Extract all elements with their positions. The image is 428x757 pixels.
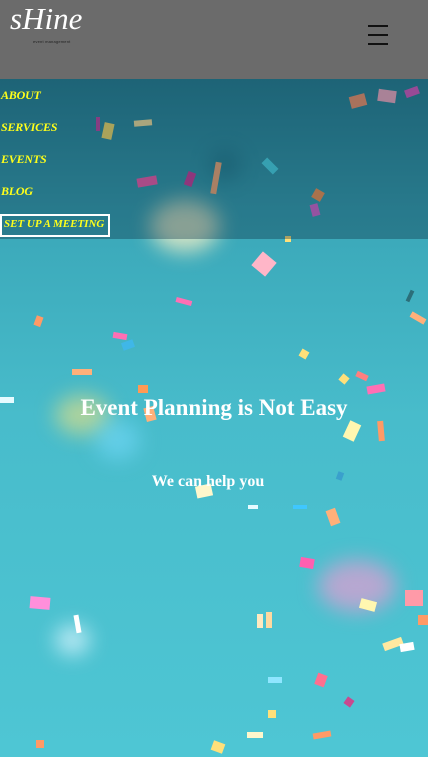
menu-bar <box>368 43 388 45</box>
menu-bar <box>368 25 388 27</box>
set-up-meeting-label: SET UP A MEETING <box>4 218 105 230</box>
nav-link-services[interactable]: SERVICES <box>1 120 57 135</box>
menu-bar <box>368 34 388 36</box>
logo-tagline: event management <box>33 39 71 44</box>
set-up-meeting-button[interactable]: SET UP A MEETING <box>0 214 110 237</box>
hamburger-menu-icon[interactable] <box>368 25 388 45</box>
nav-link-events[interactable]: EVENTS <box>1 152 47 167</box>
nav-link-blog[interactable]: BLOG <box>1 184 33 199</box>
hero-title: Event Planning is Not Easy <box>80 395 348 420</box>
page: sHine event management ABOUT SERVICES EV… <box>0 0 428 757</box>
logo[interactable]: sHine <box>10 2 82 36</box>
hero-subtitle: We can help you <box>151 473 265 490</box>
site-header: sHine event management <box>0 0 428 79</box>
nav-link-about[interactable]: ABOUT <box>1 88 41 103</box>
